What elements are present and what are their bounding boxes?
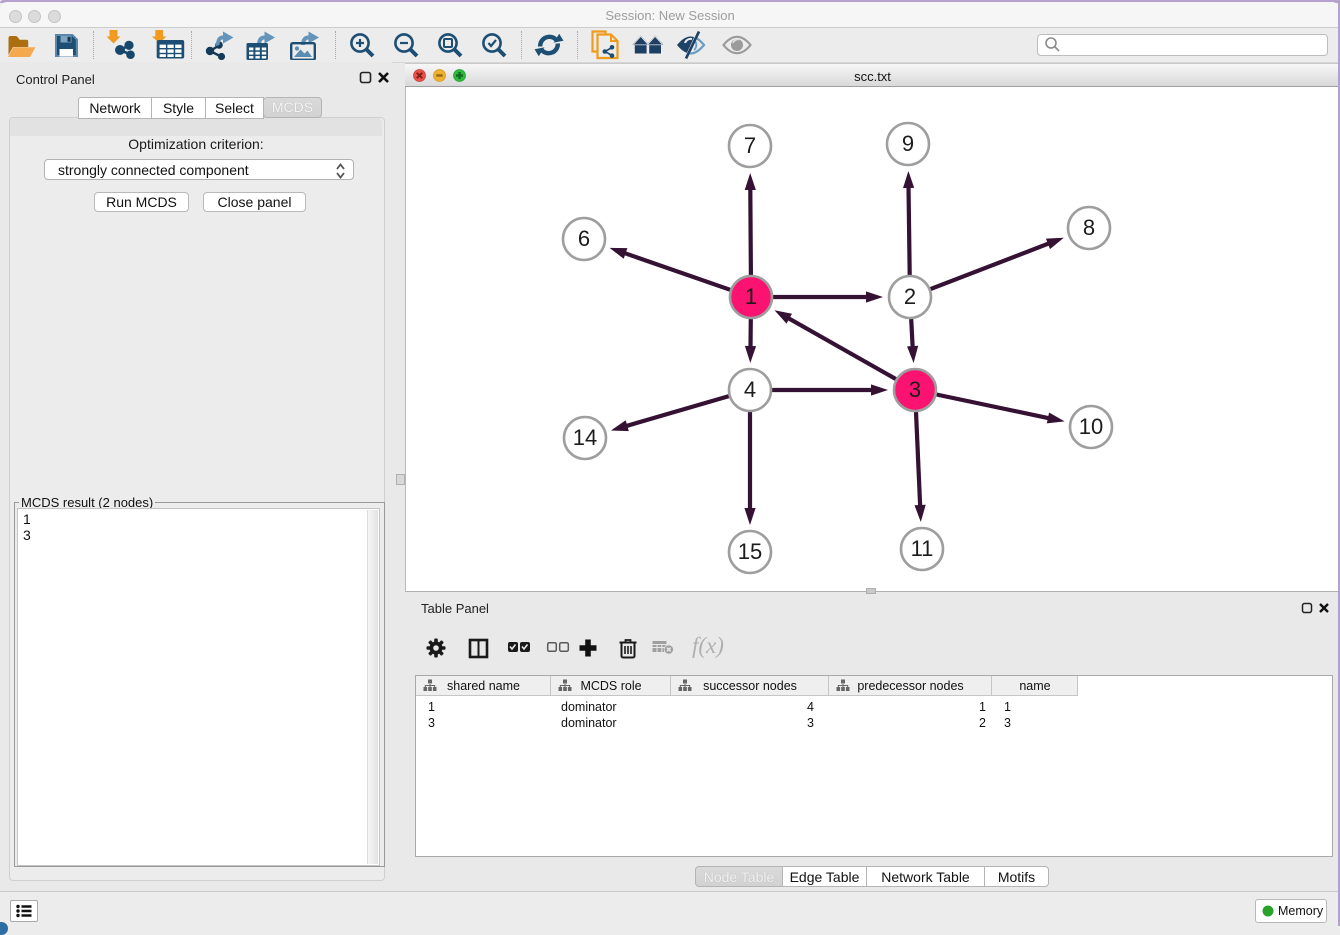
svg-text:1: 1 <box>745 284 757 309</box>
svg-text:14: 14 <box>573 425 597 450</box>
svg-text:7: 7 <box>744 133 756 158</box>
svg-text:11: 11 <box>911 536 934 561</box>
svg-text:10: 10 <box>1079 414 1103 439</box>
svg-text:3: 3 <box>909 377 921 402</box>
svg-text:9: 9 <box>902 131 914 156</box>
svg-text:6: 6 <box>578 226 590 251</box>
svg-text:2: 2 <box>904 284 916 309</box>
svg-text:4: 4 <box>744 377 756 402</box>
svg-text:8: 8 <box>1083 215 1095 240</box>
svg-text:15: 15 <box>738 539 762 564</box>
